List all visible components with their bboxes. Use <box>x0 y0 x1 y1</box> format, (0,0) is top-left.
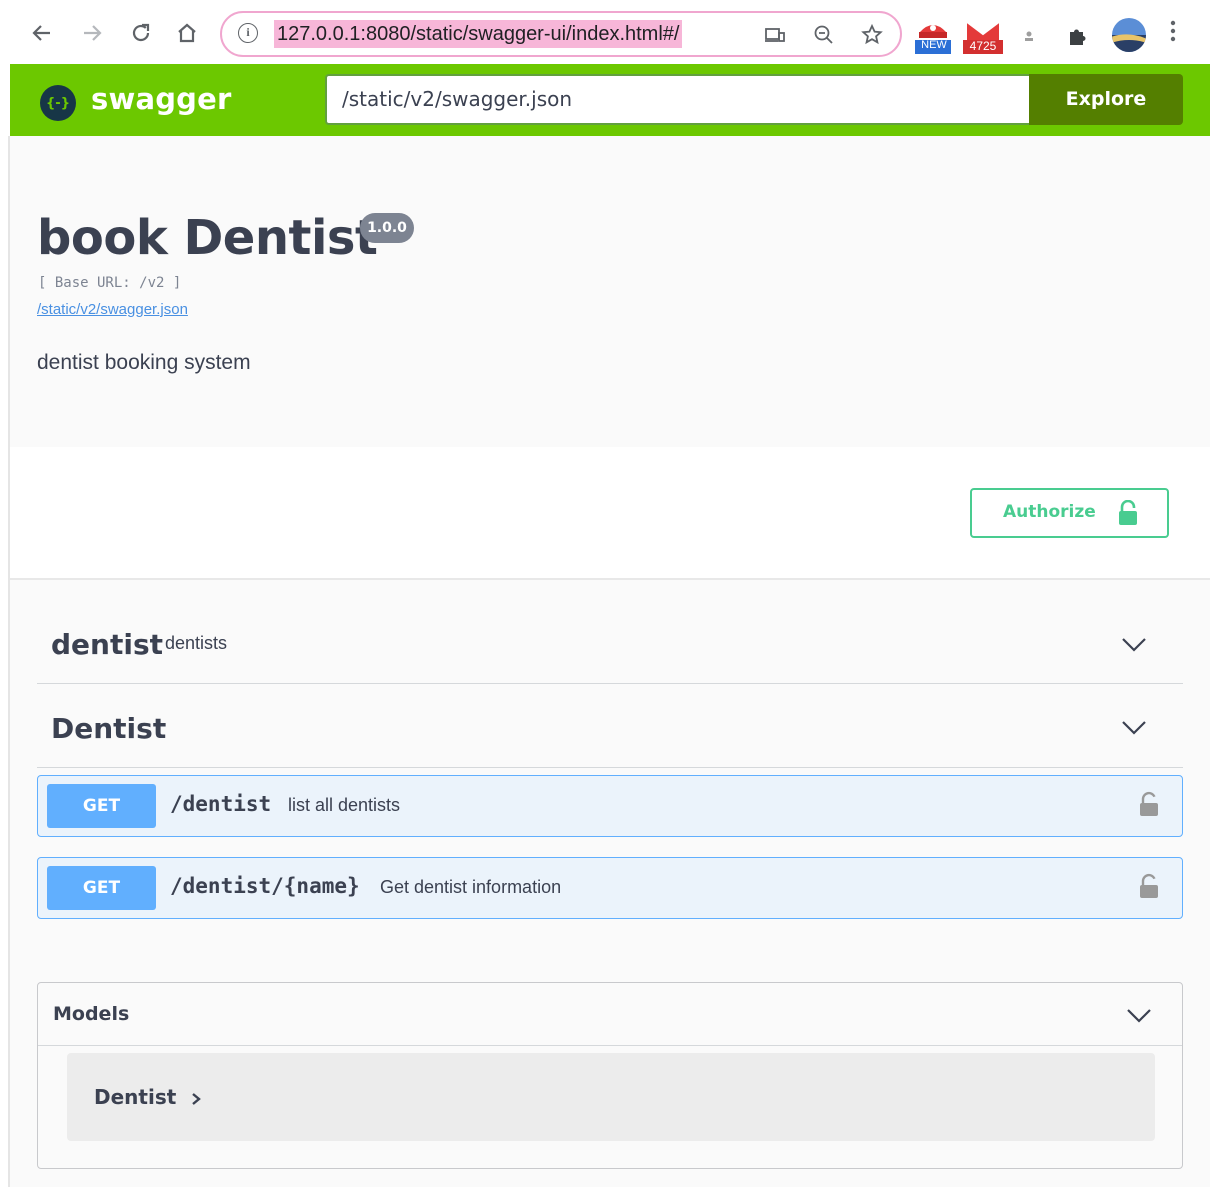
operation-get-dentist-name[interactable]: GET /dentist/{name} Get dentist informat… <box>37 857 1183 919</box>
browser-menu-icon[interactable] <box>1170 20 1184 50</box>
bookmark-star-icon[interactable] <box>859 22 885 48</box>
url-text[interactable]: 127.0.0.1:8080/static/swagger-ui/index.h… <box>274 20 683 48</box>
swagger-logo-icon[interactable]: {-} <box>40 85 76 121</box>
tag-name: Dentist <box>51 712 167 745</box>
chevron-right-icon[interactable] <box>190 1091 202 1111</box>
lock-icon <box>1117 499 1139 531</box>
left-divider <box>8 136 10 1187</box>
gmail-count-badge: 4725 <box>969 39 997 53</box>
operation-summary: list all dentists <box>288 795 401 815</box>
authorize-label: Authorize <box>1003 502 1096 522</box>
site-info-icon[interactable]: i <box>238 23 258 43</box>
chevron-down-icon[interactable] <box>1119 634 1149 654</box>
reload-icon[interactable] <box>124 16 158 50</box>
method-badge: GET <box>47 866 156 910</box>
chevron-down-icon[interactable] <box>1119 717 1149 737</box>
tag-name: dentist <box>51 628 163 661</box>
forward-arrow-icon[interactable] <box>75 16 109 50</box>
cast-icon[interactable] <box>762 22 788 48</box>
tag-Dentist-header[interactable]: Dentist <box>37 684 1183 768</box>
tag-dentist-header[interactable]: dentist dentists <box>37 600 1183 684</box>
home-icon[interactable] <box>170 16 204 50</box>
operation-get-dentist[interactable]: GET /dentist list all dentists <box>37 775 1183 837</box>
base-url: [ Base URL: /v2 ] <box>38 275 182 291</box>
gmail-extension-icon[interactable]: 4725 <box>963 16 1003 58</box>
info-section <box>10 136 1210 447</box>
lock-icon[interactable] <box>1138 873 1160 903</box>
extensions-puzzle-icon[interactable] <box>1066 24 1090 52</box>
api-description: dentist booking system <box>37 351 251 374</box>
spec-url-input[interactable]: /static/v2/swagger.json <box>325 74 1029 125</box>
profile-avatar[interactable] <box>1111 17 1147 57</box>
models-title: Models <box>53 1003 130 1025</box>
swagger-logo-text[interactable]: swagger <box>91 82 232 116</box>
version-badge: 1.0.0 <box>360 213 414 243</box>
models-section: Models Dentist <box>37 982 1183 1169</box>
zoom-icon[interactable] <box>811 22 837 48</box>
models-header[interactable]: Models <box>38 983 1182 1046</box>
tag-description: dentists <box>165 633 228 653</box>
browser-toolbar: i 127.0.0.1:8080/static/swagger-ui/index… <box>0 0 1210 64</box>
address-bar[interactable]: i 127.0.0.1:8080/static/swagger-ui/index… <box>220 11 902 57</box>
operation-summary: Get dentist information <box>380 877 562 897</box>
operation-path: /dentist/{name} <box>170 874 360 898</box>
extension-new-icon[interactable]: NEW <box>914 16 952 58</box>
api-title: book Dentist <box>37 210 378 266</box>
method-badge: GET <box>47 784 156 828</box>
section-divider <box>10 578 1210 580</box>
swagger-topbar: {-} swagger /static/v2/swagger.json Expl… <box>10 64 1210 136</box>
lock-icon[interactable] <box>1138 791 1160 821</box>
extension-icon[interactable] <box>1022 28 1036 47</box>
model-dentist[interactable]: Dentist <box>67 1053 1155 1141</box>
operation-path: /dentist <box>170 792 272 816</box>
explore-button[interactable]: Explore <box>1029 74 1183 125</box>
spec-link[interactable]: /static/v2/swagger.json <box>37 301 188 318</box>
authorize-button[interactable]: Authorize <box>970 488 1169 538</box>
chevron-down-icon[interactable] <box>1124 1005 1154 1025</box>
swagger-logo-symbol: {-} <box>46 95 70 111</box>
back-arrow-icon[interactable] <box>25 16 59 50</box>
model-name: Dentist <box>94 1085 177 1109</box>
new-badge-label: NEW <box>921 39 947 51</box>
